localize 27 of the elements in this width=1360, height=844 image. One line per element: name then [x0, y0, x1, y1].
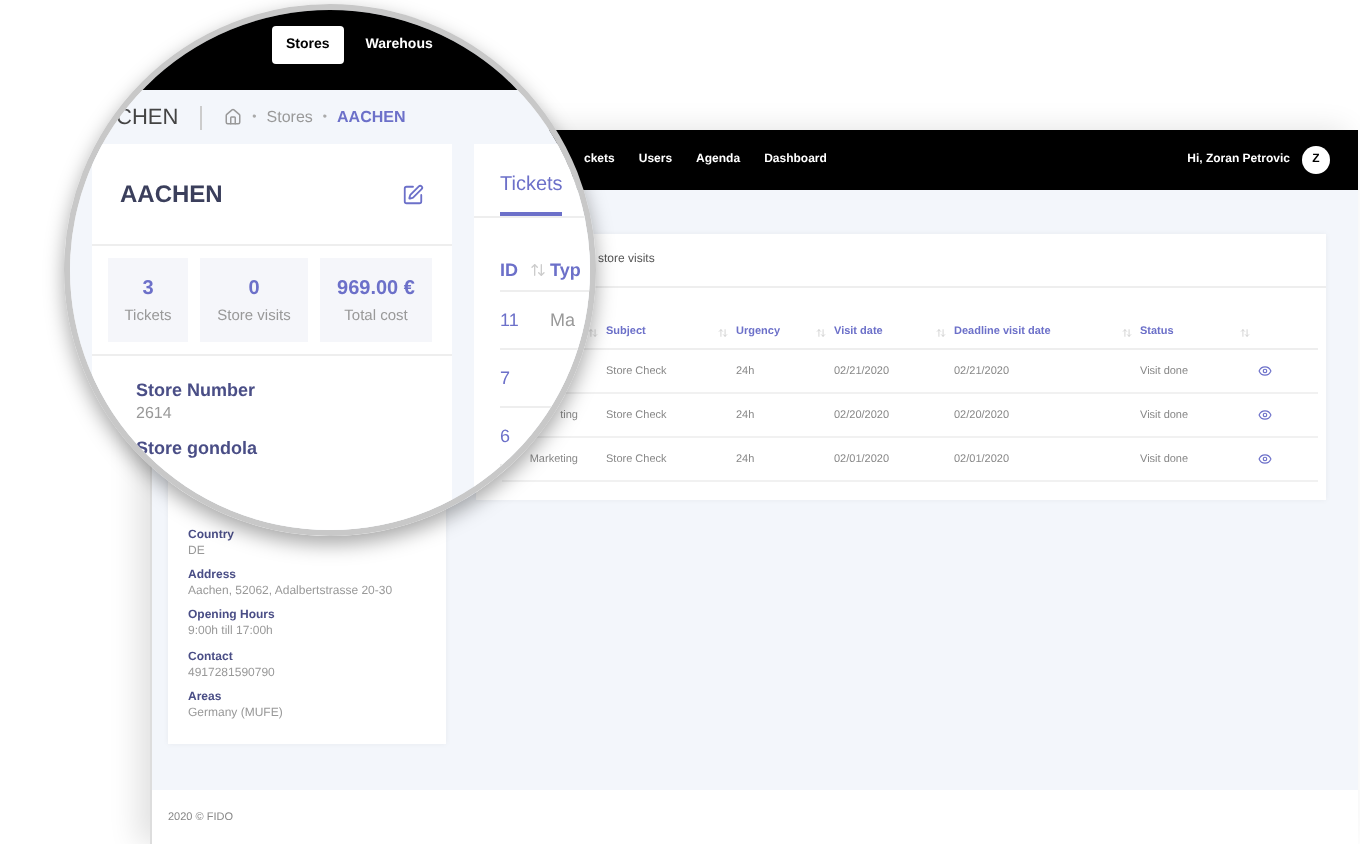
sort-icon[interactable] [1240, 327, 1250, 337]
field-label: Store Number [136, 380, 258, 400]
tab[interactable]: Tickets [500, 174, 563, 216]
store-name: AACHEN [120, 180, 223, 208]
view-icon[interactable] [1258, 408, 1272, 422]
view-icon[interactable] [1258, 452, 1272, 466]
stat-value: 969.00 € [337, 277, 415, 299]
ticket-id[interactable]: 6 [500, 426, 511, 446]
edit-icon[interactable] [402, 183, 424, 205]
sort-icon[interactable] [816, 327, 826, 337]
ticket-id[interactable]: 11 [500, 310, 519, 330]
view-icon[interactable] [1258, 364, 1272, 378]
home-icon[interactable] [224, 108, 243, 126]
table-cell: Ma [550, 310, 576, 330]
column-header[interactable]: Typ [550, 260, 581, 280]
field-value: 2614 [136, 404, 174, 422]
sort-icon[interactable] [530, 262, 546, 278]
sort-icon[interactable] [1122, 327, 1132, 337]
stat-value: 0 [248, 277, 260, 299]
sort-icon[interactable] [718, 327, 728, 337]
stat-value: 3 [142, 277, 154, 299]
sort-icon[interactable] [588, 327, 598, 337]
column-header[interactable]: ID [500, 260, 518, 280]
breadcrumb-link[interactable]: AACHEN [337, 108, 406, 126]
breadcrumb-link[interactable]: Stores [266, 108, 313, 126]
sort-icon[interactable] [936, 327, 946, 337]
ticket-id[interactable]: 7 [500, 368, 511, 388]
